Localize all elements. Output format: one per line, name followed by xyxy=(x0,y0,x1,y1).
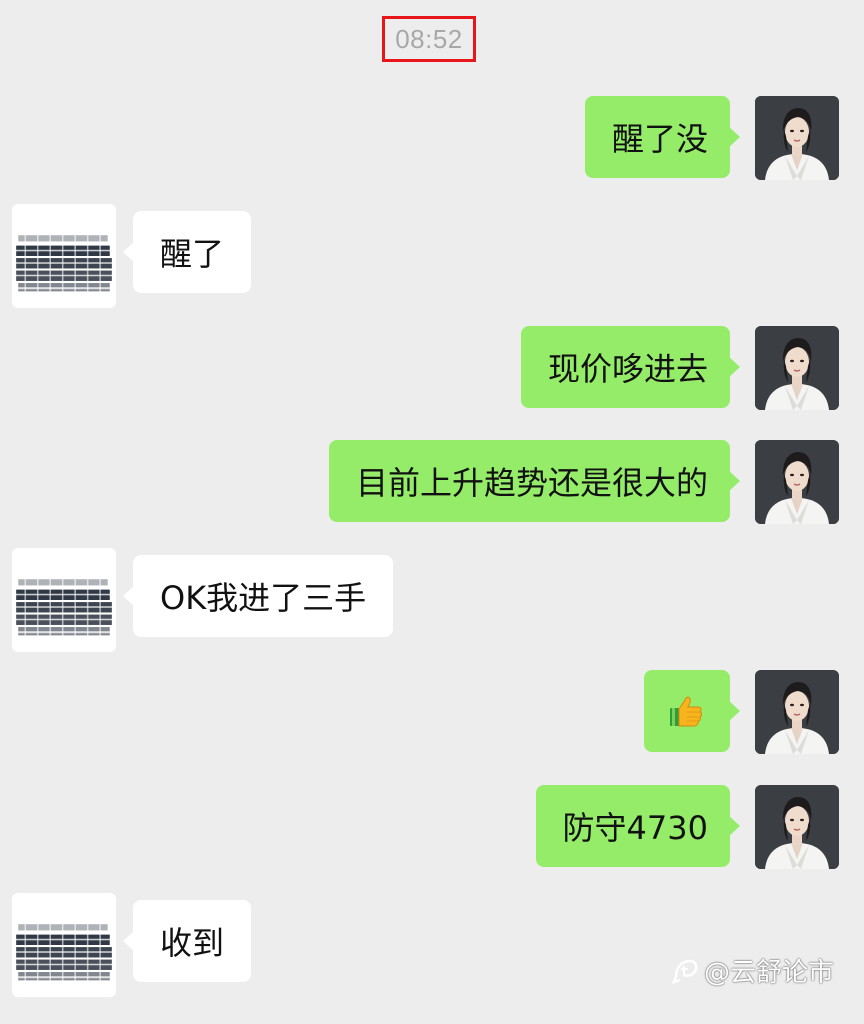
chat-screen: 08:52 醒了没 醒了 现价哆进去 目前上升趋势还是很大的 OK我进了三手 防… xyxy=(0,0,864,1024)
message-text: 现价哆进去 xyxy=(547,350,708,388)
message-text: 醒了没 xyxy=(611,120,708,158)
watermark-text: @云舒论市 xyxy=(704,958,835,988)
message-timestamp: 08:52 xyxy=(382,16,476,62)
message-text: 目前上升趋势还是很大的 xyxy=(355,464,708,502)
message-text: OK我进了三手 xyxy=(160,579,367,617)
woman-portrait-icon xyxy=(755,326,839,410)
watermark: @云舒论市 xyxy=(672,952,834,989)
blurred-avatar-icon xyxy=(12,204,116,308)
avatar-self[interactable] xyxy=(755,670,839,754)
avatar-self[interactable] xyxy=(755,440,839,524)
message-bubble-outgoing[interactable]: 目前上升趋势还是很大的 xyxy=(328,440,741,522)
avatar-self[interactable] xyxy=(755,96,839,180)
woman-portrait-icon xyxy=(755,670,839,754)
woman-portrait-icon xyxy=(755,440,839,524)
blurred-avatar-icon xyxy=(12,548,116,652)
message-bubble-incoming[interactable]: 醒了 xyxy=(122,211,252,293)
avatar-self[interactable] xyxy=(755,785,839,869)
message-text: 防守4730 xyxy=(562,809,708,847)
zhihu-logo-icon xyxy=(672,959,698,984)
avatar-contact[interactable] xyxy=(12,548,116,652)
message-text: 收到 xyxy=(160,924,225,962)
avatar-contact[interactable] xyxy=(12,204,116,308)
message-bubble-outgoing[interactable]: 现价哆进去 xyxy=(520,326,741,408)
woman-portrait-icon xyxy=(755,96,839,180)
woman-portrait-icon xyxy=(755,785,839,869)
message-bubble-outgoing[interactable]: 醒了没 xyxy=(584,96,741,178)
avatar-self[interactable] xyxy=(755,326,839,410)
message-bubble-outgoing[interactable] xyxy=(644,670,740,752)
blurred-avatar-icon xyxy=(12,893,116,997)
message-bubble-incoming[interactable]: 收到 xyxy=(122,900,252,982)
message-text: 醒了 xyxy=(160,235,225,273)
message-bubble-outgoing[interactable]: 防守4730 xyxy=(535,785,741,867)
message-bubble-incoming[interactable]: OK我进了三手 xyxy=(122,555,394,637)
avatar-contact[interactable] xyxy=(12,893,116,997)
thumbs-up-icon xyxy=(670,696,702,727)
